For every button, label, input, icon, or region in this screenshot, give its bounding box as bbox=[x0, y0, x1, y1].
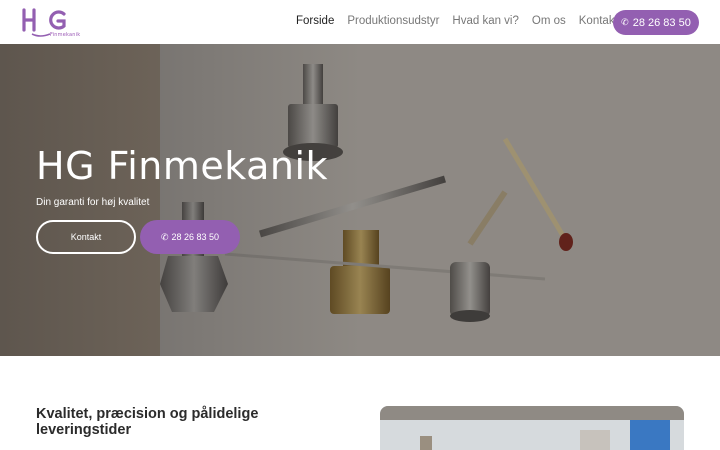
logo-subtext: Finmekanik bbox=[50, 32, 81, 38]
nav-item-produktionsudstyr[interactable]: Produktionsudstyr bbox=[347, 15, 439, 27]
site-header: Finmekanik Forside Produktionsudstyr Hva… bbox=[0, 0, 720, 44]
main-nav: Forside Produktionsudstyr Hvad kan vi? O… bbox=[296, 15, 618, 27]
section-title: Kvalitet, præcision og pålidelige leveri… bbox=[36, 406, 259, 438]
phone-icon: ✆ bbox=[160, 231, 169, 242]
hero-phone-button[interactable]: ✆ 28 26 83 50 bbox=[140, 220, 240, 254]
hero-phone-label: 28 26 83 50 bbox=[171, 232, 220, 242]
hero-section: HG Finmekanik Din garanti for høj kvalit… bbox=[0, 44, 720, 356]
hero-contact-label: Kontakt bbox=[70, 232, 102, 242]
logo[interactable]: Finmekanik bbox=[20, 4, 80, 40]
hero-contact-button[interactable]: Kontakt bbox=[36, 220, 136, 254]
nav-item-hvad-kan-vi[interactable]: Hvad kan vi? bbox=[452, 15, 518, 27]
header-phone-label: 28 26 83 50 bbox=[632, 16, 691, 29]
nav-item-kontakt[interactable]: Kontakt bbox=[579, 15, 618, 27]
workshop-image bbox=[380, 406, 684, 450]
nav-item-forside[interactable]: Forside bbox=[296, 15, 334, 27]
nav-item-om-os[interactable]: Om os bbox=[532, 15, 566, 27]
hero-title: HG Finmekanik bbox=[36, 144, 329, 188]
phone-icon: ✆ bbox=[621, 17, 629, 27]
header-phone-button[interactable]: ✆ 28 26 83 50 bbox=[613, 10, 699, 35]
workshop-photo bbox=[380, 406, 684, 450]
hero-subtitle: Din garanti for høj kvalitet bbox=[36, 197, 150, 208]
